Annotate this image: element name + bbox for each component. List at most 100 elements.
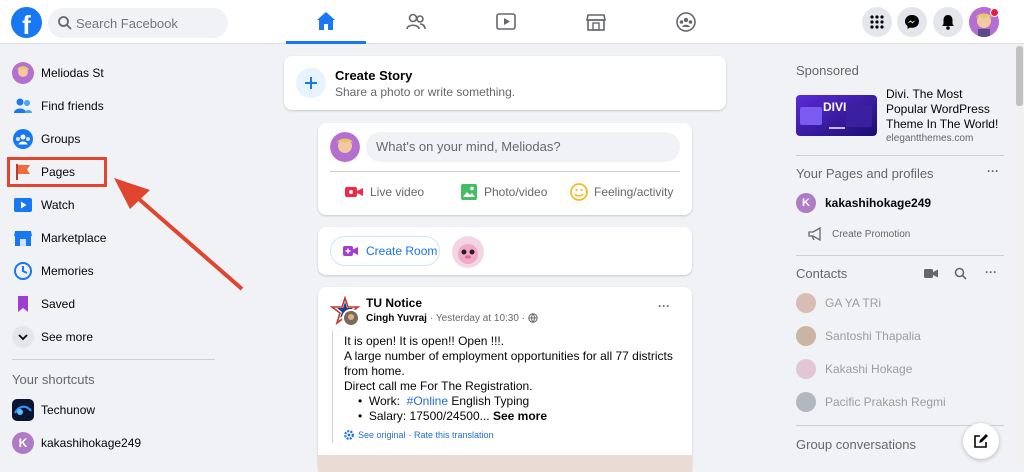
live-video-label: Live video xyxy=(370,185,425,199)
photo-icon xyxy=(461,184,477,200)
shortcut-item-techunow[interactable]: Techunow xyxy=(5,395,220,425)
post-image-preview[interactable] xyxy=(318,455,692,472)
sidebar-item-label: See more xyxy=(41,330,94,344)
watch-icon xyxy=(11,193,35,217)
create-promotion-button[interactable]: Create Promotion xyxy=(808,226,910,242)
post-composer-card: What's on your mind, Meliodas? Live vide… xyxy=(318,123,692,215)
contact-name: Pacific Prakash Regmi xyxy=(825,395,946,409)
megaphone-icon xyxy=(808,227,821,241)
contact-avatar xyxy=(796,359,816,379)
compose-icon xyxy=(974,434,988,448)
rate-translation-link[interactable]: · Rate this translation xyxy=(409,430,494,440)
chevron-down-icon xyxy=(11,325,35,349)
room-friend-avatar[interactable] xyxy=(452,236,484,268)
search-contacts-icon[interactable] xyxy=(954,267,967,280)
pages-more-button[interactable]: ··· xyxy=(987,164,999,178)
sidebar-item-label: kakashihokage249 xyxy=(41,436,142,450)
smiley-icon xyxy=(570,183,588,201)
facebook-logo[interactable]: f xyxy=(11,7,42,38)
notifications-button[interactable] xyxy=(933,7,963,37)
tab-watch[interactable] xyxy=(466,0,546,44)
post-more-button[interactable]: ··· xyxy=(658,299,670,313)
page-item-kakashihokage249[interactable]: K kakashihokage249 xyxy=(796,192,931,214)
post-meta: Cingh Yuvraj · Yesterday at 10:30 · xyxy=(366,313,538,324)
gear-icon xyxy=(344,430,354,440)
post-body: It is open! It is open!! Open !!!. A lar… xyxy=(344,334,684,424)
ad-title[interactable]: Divi. The Most Popular WordPress Theme I… xyxy=(886,87,1006,132)
live-video-icon xyxy=(345,187,363,197)
grid-menu-icon xyxy=(870,15,884,29)
video-call-icon[interactable] xyxy=(924,268,938,279)
post-time[interactable]: · Yesterday at 10:30 · xyxy=(430,313,525,324)
tab-marketplace[interactable] xyxy=(556,0,636,44)
post-bullet: • Salary: 17500/24500... See more xyxy=(358,409,548,423)
create-room-button[interactable]: Create Room xyxy=(330,236,440,266)
annotation-arrow xyxy=(114,178,244,291)
contact-avatar xyxy=(796,293,816,313)
sidebar-item-label: Saved xyxy=(41,297,76,311)
right-divider xyxy=(796,155,1004,156)
tab-groups[interactable] xyxy=(646,0,726,44)
contacts-more-button[interactable]: ··· xyxy=(985,265,997,279)
pages-highlight-box xyxy=(7,157,107,187)
right-divider xyxy=(796,255,1004,256)
sidebar-item-label: Memories xyxy=(41,264,94,278)
marketplace-icon xyxy=(586,14,606,31)
friends-icon xyxy=(11,94,35,118)
top-navigation-bar: f xyxy=(0,0,1024,44)
contact-name: Kakashi Hokage xyxy=(825,362,913,376)
contact-item[interactable]: Pacific Prakash Regmi xyxy=(796,390,946,414)
sidebar-divider xyxy=(12,359,215,360)
avatar-initial: K xyxy=(12,432,34,454)
post-author[interactable]: Cingh Yuvraj xyxy=(366,313,427,324)
see-more-link[interactable]: See more xyxy=(493,409,547,423)
contact-item[interactable]: Santoshi Thapalia xyxy=(796,324,921,348)
post-bullet: • Work: #Online English Typing xyxy=(358,394,530,408)
ad-image[interactable]: DIVI xyxy=(796,95,877,136)
sidebar-item-see-more[interactable]: See more xyxy=(5,322,220,352)
contact-item[interactable]: GA YA TRi xyxy=(796,291,881,315)
author-avatar[interactable] xyxy=(342,309,360,327)
feeling-activity-button[interactable]: Feeling/activity xyxy=(570,181,673,203)
composer-input[interactable]: What's on your mind, Meliodas? xyxy=(366,132,680,162)
composer-divider xyxy=(330,171,680,172)
photo-video-label: Photo/video xyxy=(484,185,548,199)
sidebar-item-find-friends[interactable]: Find friends xyxy=(5,91,220,121)
see-original-link[interactable]: See original xyxy=(358,430,406,440)
photo-video-button[interactable]: Photo/video xyxy=(460,181,547,203)
post-line: A large number of employment opportuniti… xyxy=(344,349,673,363)
sidebar-item-label: Techunow xyxy=(41,403,96,417)
feeling-activity-label: Feeling/activity xyxy=(594,185,674,199)
contact-item[interactable]: Kakashi Hokage xyxy=(796,357,912,381)
new-message-button[interactable] xyxy=(963,423,999,459)
messenger-icon xyxy=(905,15,919,29)
ad-domain[interactable]: elegantthemes.com xyxy=(886,133,973,144)
scrollbar-thumb[interactable] xyxy=(1016,46,1023,106)
shortcut-item-kakashihokage249[interactable]: K kakashihokage249 xyxy=(5,428,220,458)
post-line: Direct call me For The Registration. xyxy=(344,379,533,393)
create-story-card[interactable]: Create Story Share a photo or write some… xyxy=(284,56,726,110)
tab-friends[interactable] xyxy=(376,0,456,44)
groups-icon xyxy=(11,127,35,151)
sidebar-item-groups[interactable]: Groups xyxy=(5,124,220,154)
page-scrollbar[interactable] xyxy=(1015,44,1024,466)
search-box[interactable] xyxy=(48,8,228,38)
menu-button[interactable] xyxy=(862,7,892,37)
sidebar-item-profile[interactable]: Meliodas St xyxy=(5,58,220,88)
search-input[interactable] xyxy=(76,8,224,38)
clock-icon xyxy=(11,259,35,283)
create-room-label: Create Room xyxy=(366,244,438,258)
feed-post-card: TU Notice Cingh Yuvraj · Yesterday at 10… xyxy=(318,287,692,472)
post-page-name[interactable]: TU Notice xyxy=(366,296,422,310)
group-conversations-title: Group conversations xyxy=(796,437,916,452)
messenger-button[interactable] xyxy=(897,7,927,37)
live-video-button[interactable]: Live video xyxy=(344,181,424,203)
plus-icon xyxy=(296,68,326,98)
shortcuts-title: Your shortcuts xyxy=(12,372,95,387)
tab-home[interactable] xyxy=(286,0,366,44)
hashtag-link[interactable]: #Online xyxy=(407,394,448,408)
friends-icon xyxy=(406,13,426,30)
profile-avatar-icon xyxy=(11,61,35,85)
create-promotion-label: Create Promotion xyxy=(832,228,911,240)
contact-avatar xyxy=(796,326,816,346)
